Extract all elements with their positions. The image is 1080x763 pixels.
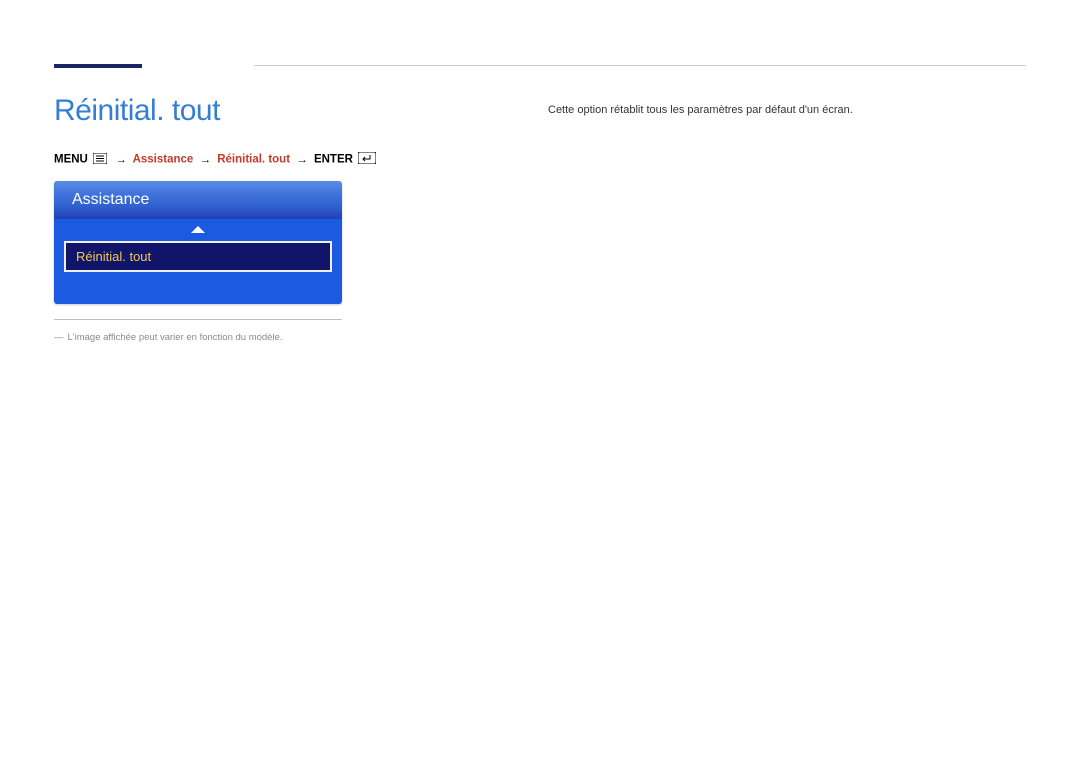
panel-body: Réinitial. tout [54, 239, 342, 304]
menu-icon [93, 153, 107, 167]
panel-header: Assistance [54, 181, 342, 219]
enter-icon [358, 152, 376, 167]
chevron-up-icon [191, 226, 205, 233]
menu-item-reinitial-tout[interactable]: Réinitial. tout [64, 241, 332, 272]
description-text: Cette option rétablit tous les paramètre… [548, 104, 853, 116]
breadcrumb-arrow: → [296, 154, 308, 166]
breadcrumb-arrow: → [115, 154, 127, 166]
divider [54, 319, 342, 320]
breadcrumb: MENU → Assistance → Réinitial. tout → EN… [54, 152, 378, 167]
accent-bar [54, 64, 142, 68]
page-title: Réinitial. tout [54, 94, 220, 128]
breadcrumb-arrow: → [200, 154, 212, 166]
scroll-up-button[interactable] [54, 219, 342, 239]
horizontal-rule [254, 65, 1026, 66]
enter-label: ENTER [314, 154, 353, 166]
disclaimer-text: L'image affichée peut varier en fonction… [68, 332, 283, 343]
dash-icon: ― [54, 332, 64, 343]
breadcrumb-path-reinitial: Réinitial. tout [217, 154, 290, 166]
breadcrumb-path-assistance: Assistance [133, 154, 194, 166]
menu-panel: Assistance Réinitial. tout [54, 181, 342, 304]
menu-label: MENU [54, 154, 88, 166]
disclaimer: ― L'image affichée peut varier en fonctio… [54, 332, 283, 343]
